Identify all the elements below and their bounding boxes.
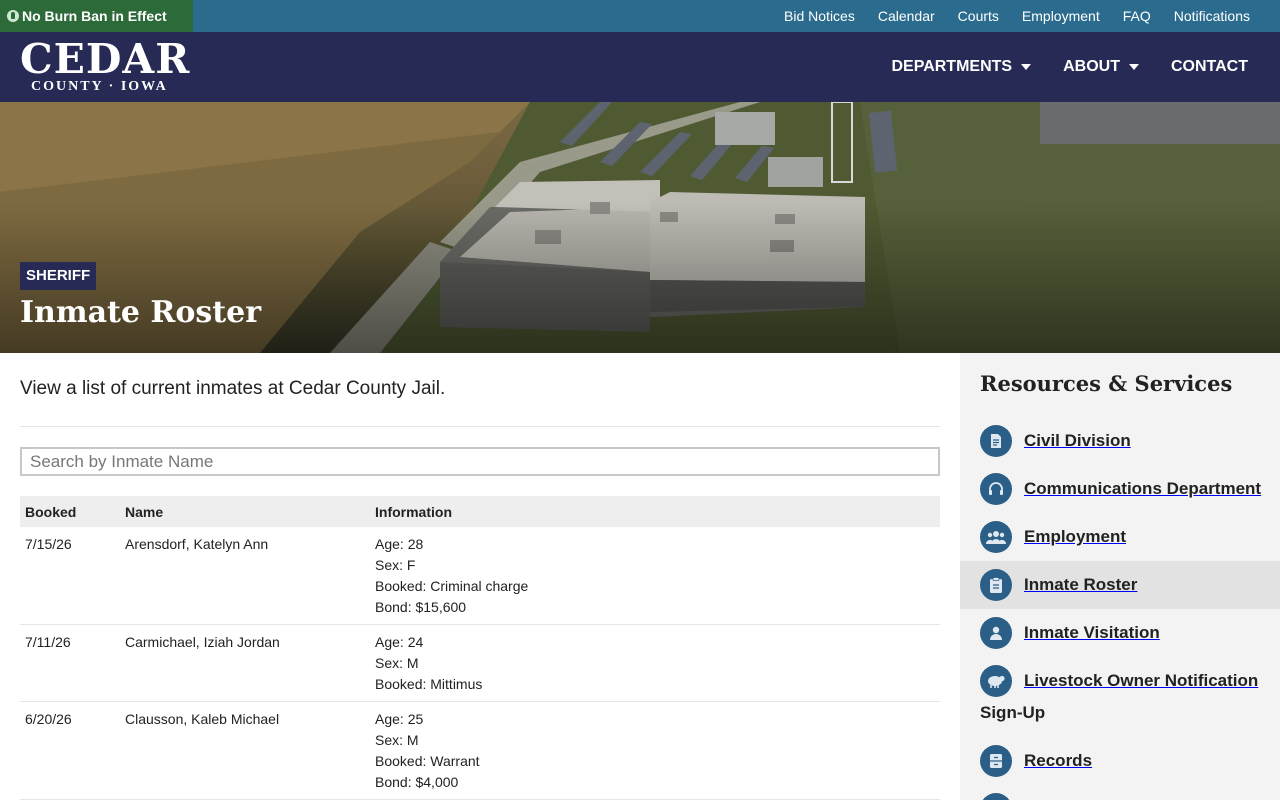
sidebar-item-label: Communications Department bbox=[1024, 479, 1262, 498]
page-title: Inmate Roster bbox=[20, 295, 261, 330]
sidebar-item-label: Records bbox=[1024, 751, 1093, 770]
nav-departments-label: DEPARTMENTS bbox=[891, 58, 1013, 75]
sidebar-item-civil-division[interactable]: Civil Division bbox=[960, 425, 1280, 457]
col-header-information[interactable]: Information bbox=[370, 496, 940, 527]
util-link-notifications[interactable]: Notifications bbox=[1174, 0, 1250, 32]
info-booked: Booked: Criminal charge bbox=[375, 578, 529, 594]
clipboard-icon bbox=[980, 569, 1012, 601]
nav-contact[interactable]: CONTACT bbox=[1171, 58, 1248, 76]
sheep-icon bbox=[980, 665, 1012, 697]
cell-booked: 7/11/26 bbox=[25, 634, 71, 650]
sidebar-item-livestock[interactable]: Livestock Owner Notification bbox=[960, 665, 1280, 697]
chevron-down-icon bbox=[1021, 64, 1032, 70]
util-link-courts[interactable]: Courts bbox=[958, 0, 999, 32]
next-item-icon bbox=[980, 793, 1012, 800]
cell-name: Arensdorf, Katelyn Ann bbox=[125, 536, 269, 552]
info-bond: Bond: $4,000 bbox=[375, 774, 459, 790]
fire-icon bbox=[7, 10, 19, 22]
utility-nav: Bid Notices Calendar Courts Employment F… bbox=[784, 0, 1250, 32]
info-booked: Booked: Warrant bbox=[375, 753, 480, 769]
department-badge[interactable]: SHERIFF bbox=[20, 262, 97, 290]
util-link-bid-notices[interactable]: Bid Notices bbox=[784, 0, 855, 32]
hero-banner: SHERIFF Inmate Roster bbox=[0, 102, 1280, 353]
inmate-search-input[interactable] bbox=[20, 447, 940, 476]
utility-bar: No Burn Ban in Effect Bid Notices Calend… bbox=[0, 0, 1280, 32]
sidebar-item-label: Civil Division bbox=[1024, 431, 1131, 450]
sidebar-item-inmate-visitation[interactable]: Inmate Visitation bbox=[960, 617, 1280, 649]
sidebar-title: Resources & Services bbox=[980, 371, 1233, 396]
site-header: CEDAR COUNTY · IOWA DEPARTMENTS ABOUT CO… bbox=[0, 32, 1280, 102]
info-booked: Booked: Mittimus bbox=[375, 676, 483, 692]
info-age: Age: 25 bbox=[375, 711, 424, 727]
divider bbox=[20, 426, 940, 427]
cell-booked: 6/20/26 bbox=[25, 711, 72, 727]
util-link-employment[interactable]: Employment bbox=[1022, 0, 1100, 32]
cell-information: Age: 28 Sex: F Booked: Criminal charge B… bbox=[370, 527, 940, 625]
nav-about[interactable]: ABOUT bbox=[1063, 58, 1139, 76]
site-logo[interactable]: CEDAR COUNTY · IOWA bbox=[20, 38, 190, 94]
cell-booked: 7/15/26 bbox=[25, 536, 72, 552]
table-row: 6/20/26 Clausson, Kaleb Michael Age: 25 … bbox=[20, 702, 940, 800]
info-sex: Sex: M bbox=[375, 655, 419, 671]
people-icon bbox=[980, 521, 1012, 553]
sidebar-item-communications[interactable]: Communications Department bbox=[960, 473, 1280, 505]
logo-sub-text: COUNTY · IOWA bbox=[31, 79, 168, 94]
chevron-down-icon bbox=[1128, 64, 1139, 70]
sidebar-item-label: Inmate Visitation bbox=[1024, 623, 1160, 642]
sidebar-item-records[interactable]: Records bbox=[960, 745, 1280, 777]
info-age: Age: 28 bbox=[375, 536, 424, 552]
cell-name: Clausson, Kaleb Michael bbox=[125, 711, 280, 727]
nav-about-label: ABOUT bbox=[1063, 58, 1120, 75]
sidebar-item-livestock-line2[interactable]: Sign-Up bbox=[980, 703, 1045, 723]
resources-sidebar: Resources & Services Civil Division Comm… bbox=[960, 353, 1280, 800]
burn-ban-alert[interactable]: No Burn Ban in Effect bbox=[0, 0, 193, 32]
sidebar-item-label: Inmate Roster bbox=[1024, 575, 1138, 594]
util-link-faq[interactable]: FAQ bbox=[1123, 0, 1151, 32]
sidebar-item-employment[interactable]: Employment bbox=[960, 521, 1280, 553]
info-sex: Sex: M bbox=[375, 732, 419, 748]
table-row: 7/15/26 Arensdorf, Katelyn Ann Age: 28 S… bbox=[20, 527, 940, 625]
table-row: 7/11/26 Carmichael, Iziah Jordan Age: 24… bbox=[20, 625, 940, 702]
cell-information: Age: 25 Sex: M Booked: Warrant Bond: $4,… bbox=[370, 702, 940, 800]
col-header-booked[interactable]: Booked bbox=[20, 496, 120, 527]
info-bond: Bond: $15,600 bbox=[375, 599, 467, 615]
info-age: Age: 24 bbox=[375, 634, 424, 650]
logo-main-text: CEDAR bbox=[20, 35, 191, 83]
inmate-table: Booked Name Information 7/15/26 Arensdor… bbox=[20, 496, 940, 800]
sidebar-item-label: Employment bbox=[1024, 527, 1127, 546]
document-icon bbox=[980, 425, 1012, 457]
cell-name: Carmichael, Iziah Jordan bbox=[125, 634, 280, 650]
sidebar-item-inmate-roster[interactable]: Inmate Roster bbox=[960, 561, 1280, 609]
intro-text: View a list of current inmates at Cedar … bbox=[20, 378, 446, 399]
records-icon bbox=[980, 745, 1012, 777]
main-content: View a list of current inmates at Cedar … bbox=[20, 353, 940, 800]
col-header-name[interactable]: Name bbox=[120, 496, 370, 527]
info-sex: Sex: F bbox=[375, 557, 416, 573]
main-nav: DEPARTMENTS ABOUT CONTACT bbox=[891, 32, 1248, 102]
sidebar-item-label: Livestock Owner Notification bbox=[1024, 671, 1259, 690]
burn-ban-text: No Burn Ban in Effect bbox=[22, 8, 167, 24]
headset-icon bbox=[980, 473, 1012, 505]
cell-information: Age: 24 Sex: M Booked: Mittimus bbox=[370, 625, 940, 702]
util-link-calendar[interactable]: Calendar bbox=[878, 0, 935, 32]
person-icon bbox=[980, 617, 1012, 649]
table-header-row: Booked Name Information bbox=[20, 496, 940, 527]
nav-departments[interactable]: DEPARTMENTS bbox=[891, 58, 1032, 76]
